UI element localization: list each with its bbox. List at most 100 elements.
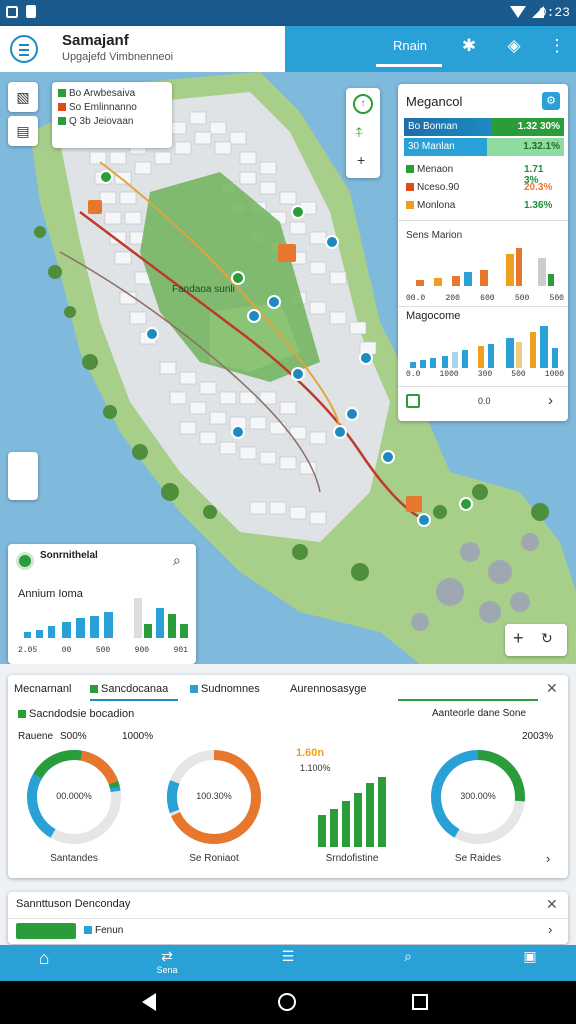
close-icon[interactable]: ✕	[546, 896, 558, 913]
notification-icon	[6, 6, 18, 18]
close-icon[interactable]: ✕	[546, 680, 558, 697]
legend-value: 20.3%	[524, 182, 553, 193]
tab-label: Sudnomnes	[201, 683, 260, 695]
section-header: Sacndodsie bocadion	[18, 708, 134, 720]
legend-swatch	[406, 165, 414, 174]
tab-tertiary[interactable]: Sudnomnes	[190, 683, 260, 695]
map-view[interactable]: ▧ ▤ Bo Arwbesaiva So Emlinnanno Q 3b Jei…	[0, 72, 576, 664]
legend-label: Menaon	[417, 164, 454, 175]
filter-chip[interactable]: Fenun	[84, 925, 123, 936]
stat-bar-value: 1.32 30%	[517, 121, 560, 132]
donut-center-2: 100.30%	[196, 791, 232, 801]
tick-label: 600	[480, 294, 495, 303]
layers-icon[interactable]: ▧	[8, 82, 38, 112]
tree-icon[interactable]: ⍏	[355, 124, 363, 141]
chevron-right-icon[interactable]: ›	[546, 851, 550, 866]
menu-button[interactable]	[10, 35, 38, 63]
tab-overview[interactable]: Mecnarnanl	[14, 683, 71, 695]
tick-label: 500	[95, 646, 111, 655]
map-controls: ↑ ⍏ +	[346, 88, 380, 178]
search-icon: ⌕	[404, 948, 412, 964]
tick-label: 2.05	[18, 646, 38, 655]
tick-label: 500	[549, 294, 564, 303]
legend-swatch	[58, 103, 66, 112]
tab-quaternary[interactable]: Aurennosasyge	[290, 683, 366, 695]
value-3: 2003%	[522, 731, 554, 742]
nav-bonk[interactable]: ▣	[500, 948, 560, 965]
tab-secondary[interactable]: Sancdocanaa	[90, 683, 168, 695]
status-bar: 0:23	[0, 0, 576, 26]
donut-label-2: Se Roniaot	[189, 853, 239, 864]
chip-swatch	[84, 926, 92, 935]
legend-swatch	[58, 89, 66, 98]
search-icon[interactable]: ⌕	[173, 552, 181, 569]
tick-label: 901	[173, 646, 188, 655]
clock: 0:23	[538, 5, 570, 20]
legend-value: 1.36%	[524, 200, 553, 211]
refresh-icon[interactable]: ↻	[541, 630, 553, 647]
legend-item: So Emlinnanno	[69, 102, 137, 113]
section-title: Sacndodsie bocadion	[29, 708, 135, 720]
settings-icon[interactable]: ⚙	[542, 92, 560, 110]
doc-icon[interactable]	[406, 394, 420, 408]
notification-icon-2	[26, 5, 36, 18]
system-navigation	[0, 981, 576, 1024]
mini-chart-2	[410, 326, 558, 368]
tick-label: 200	[445, 294, 460, 303]
nav-search[interactable]: ⌕	[378, 948, 438, 965]
chart-ticks: 00.0 200 600 500 500	[406, 294, 564, 303]
zoom-in-button[interactable]: +	[357, 152, 365, 168]
secondary-panel: Sannttuson Denconday ✕ Fenun ›	[8, 892, 568, 944]
recents-icon[interactable]	[412, 994, 428, 1010]
mini-chart-1	[416, 248, 554, 286]
stat-bar-label: 30 Manlan	[408, 141, 455, 152]
donut-center-3: 300.00%	[460, 791, 496, 801]
side-handle[interactable]	[8, 452, 38, 500]
tick-label: 500	[511, 370, 526, 379]
nav-home[interactable]: ⌂	[14, 948, 74, 969]
chevron-right-icon[interactable]: ›	[548, 392, 553, 409]
divider	[398, 220, 568, 221]
tab-main[interactable]: Rnain	[380, 38, 440, 53]
app-title: Samajanf	[62, 32, 129, 49]
document-icon[interactable]: ▤	[8, 116, 38, 146]
stat-bar: Bo Bonnan 1.32 30%	[404, 118, 564, 136]
nav-sena[interactable]: ⇄ Sena	[137, 948, 197, 975]
back-icon[interactable]	[142, 993, 156, 1011]
section-swatch	[18, 710, 26, 719]
compass-icon[interactable]: ↑	[353, 94, 373, 114]
tab-swatch	[90, 685, 98, 694]
status-icon	[16, 552, 34, 570]
zoom-controls: + ↻	[505, 624, 567, 656]
analytics-panel: Mecnarnanl Sancdocanaa Sudnomnes Aurenno…	[8, 675, 568, 878]
zoom-plus-button[interactable]: +	[513, 628, 524, 649]
summary-chart	[24, 598, 188, 638]
park-label: Fandaoa sunli	[172, 284, 235, 295]
donut-center-1: 00.000%	[56, 791, 92, 801]
tick-label: 900	[134, 646, 150, 655]
summary-card: Sonrnithelal ⌕ Annium Ioma 2.05 00 500 9…	[8, 544, 196, 664]
more-icon[interactable]: ⋮	[546, 36, 568, 56]
divider	[398, 386, 568, 387]
legend-item: Bo Arwbesaiva	[69, 88, 136, 99]
tab-label: Sancdocanaa	[101, 683, 169, 695]
chart-title: Magocome	[406, 310, 461, 322]
bar-sub-value: 1.100%	[300, 763, 331, 773]
puzzle-icon[interactable]: ✱	[458, 36, 480, 56]
value-1: S00%	[60, 731, 87, 742]
chart-ticks: 0.0 1000 300 500 1000	[406, 370, 564, 379]
bar-chart	[318, 777, 386, 847]
wifi-icon	[510, 6, 526, 18]
nav-lists[interactable]: ☰	[258, 948, 318, 965]
status-chip[interactable]	[16, 923, 76, 939]
map-legend: Bo Arwbesaiva So Emlinnanno Q 3b Jeiovaa…	[52, 82, 172, 148]
legend-item: Q 3b Jeiovaan	[69, 116, 134, 127]
home-button-icon[interactable]	[278, 993, 296, 1011]
tick-label: 0.0	[406, 370, 421, 379]
legend-row: Monlona 1.36%	[406, 200, 552, 211]
bar-top-value: 1.60n	[296, 747, 325, 759]
location-icon[interactable]: ◈	[503, 36, 525, 56]
tick-label: 00	[61, 646, 72, 655]
chevron-right-icon[interactable]: ›	[548, 922, 552, 937]
label-left: Rauene	[18, 731, 54, 742]
